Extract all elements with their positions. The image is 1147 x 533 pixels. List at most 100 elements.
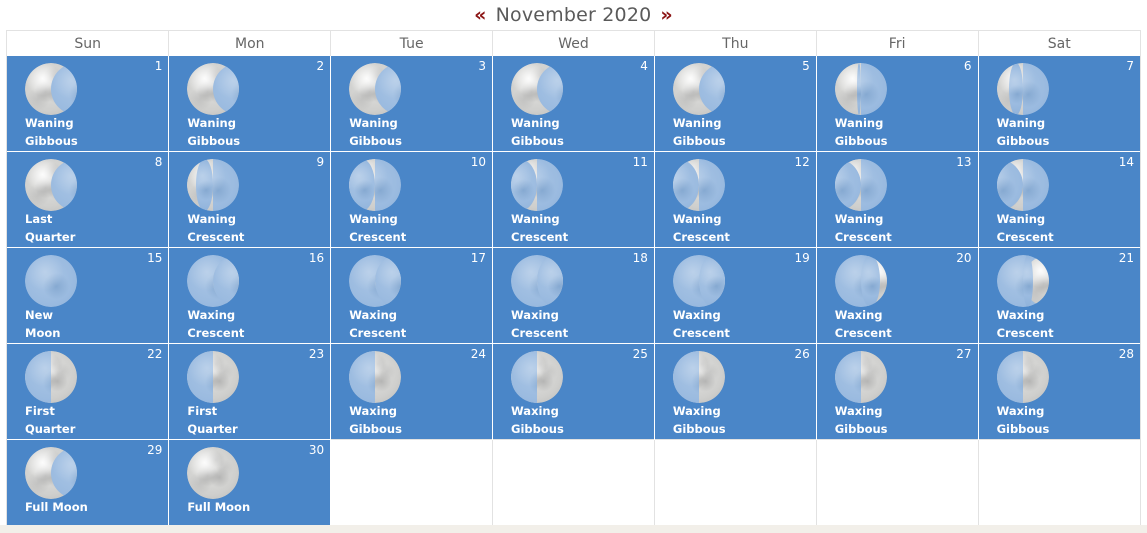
moon-phase-icon [25, 255, 77, 307]
calendar-day-cell[interactable]: 19 Waxing Crescent [654, 247, 817, 344]
phase-label-line: Crescent [996, 326, 1054, 340]
moon-phase-icon [834, 351, 887, 403]
moon-phase-icon [834, 63, 887, 115]
calendar-day-cell[interactable]: 8 Last Quarter [7, 151, 170, 248]
phase-label-line: Waxing [996, 404, 1045, 418]
moon-phase-icon [187, 447, 240, 499]
moon-phase-icon [349, 63, 402, 115]
calendar-day-cell[interactable]: 25 Waxing Gibbous [492, 343, 655, 440]
day-number: 17 [470, 251, 487, 265]
calendar-day-cell[interactable]: 16 Waxing Crescent [168, 247, 332, 344]
calendar-day-cell[interactable]: 28 Waxing Gibbous [978, 343, 1140, 440]
phase-label: Waxing Gibbous [655, 402, 816, 438]
phase-label-line: Quarter [25, 230, 76, 244]
phase-label: Waning Gibbous [979, 114, 1140, 150]
phase-label-line: Crescent [349, 230, 407, 244]
calendar-day-cell[interactable]: 3 Waning Gibbous [330, 56, 494, 152]
day-cell-content: 27 Waxing Gibbous [817, 344, 978, 439]
phase-label-line: Waning [187, 116, 236, 130]
phase-label-line: Waning [187, 212, 236, 226]
calendar-day-cell[interactable]: 6 Waning Gibbous [816, 56, 979, 152]
phase-label: Waning Crescent [169, 210, 330, 246]
phase-label-line: Waxing [672, 308, 721, 322]
phase-label: Waning Crescent [331, 210, 492, 246]
phase-label-line: Gibbous [672, 134, 726, 148]
moon-phase-icon [187, 351, 240, 403]
calendar-day-cell[interactable]: 14 Waning Crescent [978, 151, 1140, 248]
calendar-day-cell[interactable]: 17 Waxing Crescent [330, 247, 494, 344]
day-number: 9 [316, 155, 325, 169]
calendar-day-cell[interactable]: 5 Waning Gibbous [654, 56, 817, 152]
calendar-day-cell[interactable]: 24 Waxing Gibbous [330, 343, 494, 440]
day-cell-content: 15 New Moon [7, 248, 168, 343]
calendar-day-cell[interactable]: 2 Waning Gibbous [168, 56, 332, 152]
moon-icon-holder [25, 255, 77, 307]
phase-label: Full Moon [7, 498, 168, 516]
calendar-day-cell[interactable]: 1 Waning Gibbous [7, 56, 170, 152]
calendar-day-cell[interactable]: 29 Full Moon [7, 439, 170, 533]
moon-phase-icon [672, 351, 725, 403]
phase-label-line: Gibbous [349, 134, 402, 148]
previous-month-button[interactable]: « [470, 4, 490, 26]
moon-phase-icon [187, 63, 240, 115]
phase-label-line: Crescent [672, 230, 730, 244]
calendar-day-cell[interactable]: 12 Waning Crescent [654, 151, 817, 248]
calendar-header-row: Sun Mon Tue Wed Thu Fri Sat [7, 31, 1140, 56]
moon-icon-holder [834, 63, 887, 115]
day-number: 10 [470, 155, 487, 169]
phase-label-line: Waxing [511, 308, 559, 322]
phase-label: Full Moon [169, 498, 330, 516]
phase-label: First Quarter [169, 402, 330, 438]
calendar-day-cell[interactable]: 4 Waning Gibbous [492, 56, 655, 152]
phase-label-line: Crescent [187, 326, 245, 340]
weekday-header-mon: Mon [168, 31, 332, 56]
phase-label-line: Waxing [834, 308, 883, 322]
moon-icon-holder [187, 159, 240, 211]
phase-label-line: Crescent [672, 326, 730, 340]
calendar-day-cell[interactable]: 7 Waning Gibbous [978, 56, 1140, 152]
day-cell-content: 2 Waning Gibbous [169, 56, 330, 151]
phase-label-line: Gibbous [996, 422, 1050, 436]
phase-label-line: Last [25, 212, 53, 226]
phase-label-line: Quarter [25, 422, 76, 436]
moon-icon-holder [672, 63, 725, 115]
moon-icon-holder [672, 255, 725, 307]
calendar-day-cell[interactable]: 11 Waning Crescent [492, 151, 655, 248]
phase-label: Waning Crescent [493, 210, 654, 246]
day-number: 3 [478, 59, 487, 73]
calendar-day-cell[interactable]: 30 Full Moon [168, 439, 332, 533]
phase-label-line: Waxing [834, 404, 883, 418]
moon-phase-calendar-page: «November 2020» Sun Mon Tue Wed Thu Fri … [0, 0, 1147, 533]
calendar-day-cell[interactable]: 22 First Quarter [7, 343, 170, 440]
phase-label-line: Crescent [187, 230, 245, 244]
calendar-day-cell[interactable]: 26 Waxing Gibbous [654, 343, 817, 440]
calendar-week-row: 29 Full Moon 30 Full Moon [7, 439, 1140, 533]
next-month-button[interactable]: » [656, 4, 676, 26]
day-cell-content: 10 Waning Crescent [331, 152, 492, 247]
day-cell-content: 29 Full Moon [7, 440, 168, 533]
calendar-day-cell[interactable]: 20 Waxing Crescent [816, 247, 979, 344]
calendar-day-cell[interactable]: 23 First Quarter [168, 343, 332, 440]
calendar-day-cell[interactable]: 27 Waxing Gibbous [816, 343, 979, 440]
phase-label-line: Waxing [511, 404, 559, 418]
day-number: 20 [956, 251, 972, 265]
page-title: November 2020 [495, 4, 652, 26]
calendar-day-cell[interactable]: 10 Waning Crescent [330, 151, 494, 248]
moon-phase-icon [996, 159, 1049, 211]
day-number: 21 [1118, 251, 1134, 265]
day-cell-content: 28 Waxing Gibbous [979, 344, 1140, 439]
day-cell-content: 13 Waning Crescent [817, 152, 978, 247]
weekday-header-wed: Wed [492, 31, 655, 56]
calendar-day-cell[interactable]: 18 Waxing Crescent [492, 247, 655, 344]
phase-label-line: Gibbous [187, 134, 241, 148]
calendar-day-cell[interactable]: 21 Waxing Crescent [978, 247, 1140, 344]
calendar-day-cell[interactable]: 13 Waning Crescent [816, 151, 979, 248]
phase-label-line: Moon [25, 326, 61, 340]
moon-phase-icon [25, 351, 77, 403]
phase-label: Waning Gibbous [817, 114, 978, 150]
phase-label-line: First [187, 404, 218, 418]
calendar-day-cell[interactable]: 9 Waning Crescent [168, 151, 332, 248]
day-number: 30 [308, 443, 325, 457]
phase-label: Waning Gibbous [169, 114, 330, 150]
calendar-day-cell[interactable]: 15 New Moon [7, 247, 170, 344]
